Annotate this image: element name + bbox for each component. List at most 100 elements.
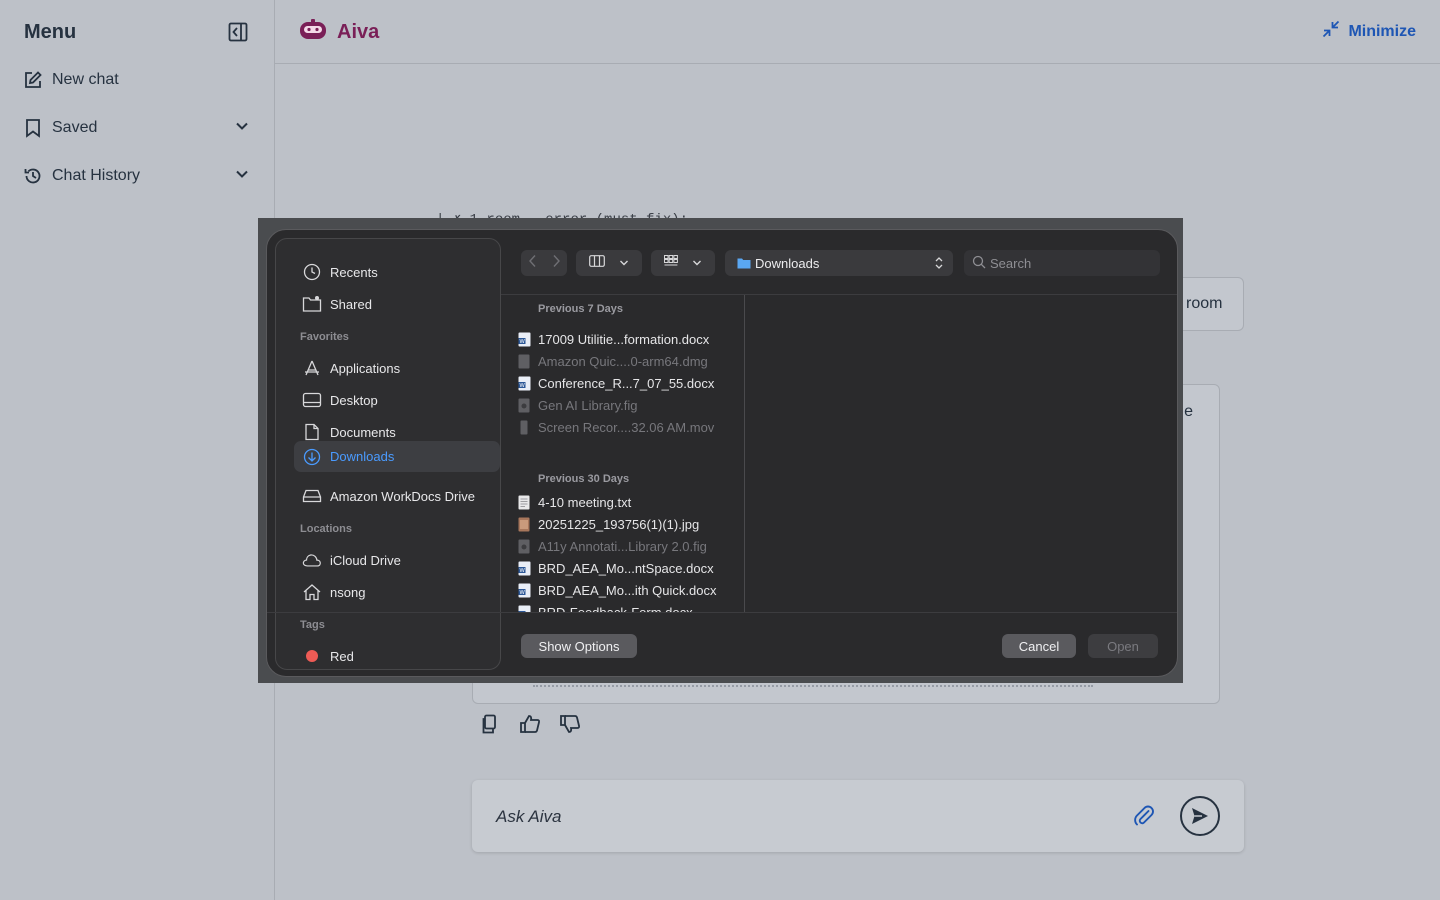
show-options-button[interactable]: Show Options: [521, 634, 637, 658]
chat-composer[interactable]: Ask Aiva: [472, 780, 1244, 852]
cloud-icon: [302, 550, 322, 570]
sidebar-item-label: Amazon WorkDocs Drive: [330, 488, 475, 504]
paperclip-icon[interactable]: [1132, 804, 1156, 828]
sidebar: Menu New chat Saved Chat History: [0, 0, 275, 900]
collapse-sidebar-icon[interactable]: [226, 20, 250, 44]
folder-icon: [737, 257, 751, 269]
file-item: A11y Annotati...Library 2.0.fig: [517, 536, 741, 556]
group-by-select[interactable]: [651, 250, 715, 276]
sidebar-item-label: Desktop: [330, 392, 378, 408]
file-item[interactable]: 20251225_193756(1)(1).jpg: [517, 514, 741, 534]
sidebar-item-label: Documents: [330, 424, 396, 440]
new-chat-button[interactable]: New chat: [22, 66, 252, 94]
svg-text:W: W: [519, 383, 525, 389]
forward-chevron-icon[interactable]: [551, 254, 561, 273]
sidebar-item-label: Shared: [330, 296, 372, 312]
section-heading: Previous 30 Days: [538, 473, 630, 485]
file-item[interactable]: 4-10 meeting.txt: [517, 492, 741, 512]
search-icon: [972, 255, 986, 272]
file-item: Amazon Quic....0-arm64.dmg: [517, 351, 741, 371]
chat-history-section-toggle[interactable]: Chat History: [22, 162, 252, 190]
file-item: Gen AI Library.fig: [517, 395, 741, 415]
generic-file-icon: [517, 397, 531, 413]
sidebar-item-label: Applications: [330, 360, 401, 376]
word-doc-icon: W: [517, 331, 531, 347]
drive-icon: [302, 486, 322, 506]
history-icon: [22, 165, 44, 187]
file-name: 17009 Utilitie...formation.docx: [538, 331, 710, 347]
search-field[interactable]: Search: [964, 250, 1160, 276]
open-button[interactable]: Open: [1088, 634, 1158, 658]
user-message-text: room: [1186, 295, 1223, 312]
thumbs-down-icon[interactable]: [558, 712, 582, 736]
saved-section-toggle[interactable]: Saved: [22, 114, 252, 142]
bookmark-icon: [22, 117, 44, 139]
file-item: Screen Recor....32.06 AM.mov: [517, 417, 741, 437]
view-mode-select[interactable]: [576, 250, 642, 276]
file-item[interactable]: W 17009 Utilitie...formation.docx: [517, 329, 741, 349]
applications-icon: [302, 358, 322, 378]
location-select[interactable]: Downloads: [725, 250, 953, 276]
assistant-message-line: [533, 685, 1093, 689]
file-item[interactable]: W Conference_R...7_07_55.docx: [517, 373, 741, 393]
chevron-down-icon: [234, 118, 250, 139]
file-name: BRD_AEA_Mo...ntSpace.docx: [538, 560, 714, 576]
copy-icon[interactable]: [478, 712, 502, 736]
file-item[interactable]: W BRD_AEA_Mo...ith Quick.docx: [517, 580, 741, 600]
new-chat-label: New chat: [52, 71, 119, 88]
edit-icon: [22, 69, 44, 91]
chevron-down-icon: [234, 166, 250, 187]
file-name: Gen AI Library.fig: [538, 397, 638, 413]
aiva-logo-icon: [299, 18, 327, 47]
section-heading: Previous 7 Days: [538, 303, 623, 315]
sidebar-item-home[interactable]: nsong: [294, 577, 500, 607]
chat-input[interactable]: Ask Aiva: [496, 807, 562, 827]
file-name: 4-10 meeting.txt: [538, 494, 632, 510]
sidebar-item-desktop[interactable]: Desktop: [294, 385, 500, 415]
document-icon: [302, 422, 322, 442]
sidebar-item-label: Downloads: [330, 449, 395, 464]
send-button[interactable]: [1180, 796, 1220, 836]
word-doc-icon: W: [517, 560, 531, 576]
grid-icon: [664, 254, 678, 272]
generic-file-icon: [517, 538, 531, 554]
sidebar-item-label: Recents: [330, 264, 378, 280]
location-label: Downloads: [755, 255, 820, 271]
image-file-icon: [517, 516, 531, 532]
sidebar-item-downloads[interactable]: Downloads: [294, 441, 500, 472]
minimize-label: Minimize: [1348, 22, 1416, 40]
downloads-icon: [302, 447, 322, 467]
sidebar-item-workdocs[interactable]: Amazon WorkDocs Drive: [294, 481, 500, 511]
search-input[interactable]: Search: [990, 256, 1031, 271]
dialog-sidebar: Recents Shared Favorites Applications De…: [275, 238, 501, 670]
svg-text:W: W: [519, 568, 525, 574]
svg-text:W: W: [519, 590, 525, 596]
word-doc-icon: W: [517, 375, 531, 391]
file-name: BRD_AEA_Mo...ith Quick.docx: [538, 582, 717, 598]
chevron-down-icon: [692, 254, 702, 272]
video-file-icon: [517, 419, 531, 435]
sidebar-item-label: iCloud Drive: [330, 552, 401, 568]
file-name: Conference_R...7_07_55.docx: [538, 375, 715, 391]
sidebar-item-shared[interactable]: Shared: [294, 289, 500, 319]
chat-history-label: Chat History: [52, 167, 141, 184]
sidebar-title: Menu: [24, 20, 77, 43]
desktop-icon: [302, 390, 322, 410]
sidebar-item-applications[interactable]: Applications: [294, 353, 500, 383]
sidebar-item-label: nsong: [330, 584, 366, 600]
back-chevron-icon[interactable]: [528, 254, 538, 273]
send-icon: [1192, 808, 1208, 824]
minimize-button[interactable]: Minimize: [1322, 20, 1416, 43]
sidebar-item-recents[interactable]: Recents: [294, 257, 500, 287]
file-item[interactable]: W BRD_AEA_Mo...ntSpace.docx: [517, 558, 741, 578]
cancel-button[interactable]: Cancel: [1002, 634, 1076, 658]
shared-folder-icon: [302, 294, 322, 314]
updown-chevron-icon: [935, 256, 943, 273]
assistant-message-text: e: [1184, 403, 1193, 420]
generic-file-icon: [517, 353, 531, 369]
sidebar-item-icloud[interactable]: iCloud Drive: [294, 545, 500, 575]
thumbs-up-icon[interactable]: [518, 712, 542, 736]
file-column[interactable]: Previous 7 Days W 17009 Utilitie...format…: [501, 295, 745, 613]
brand-name: Aiva: [337, 21, 380, 43]
minimize-icon: [1322, 20, 1340, 43]
